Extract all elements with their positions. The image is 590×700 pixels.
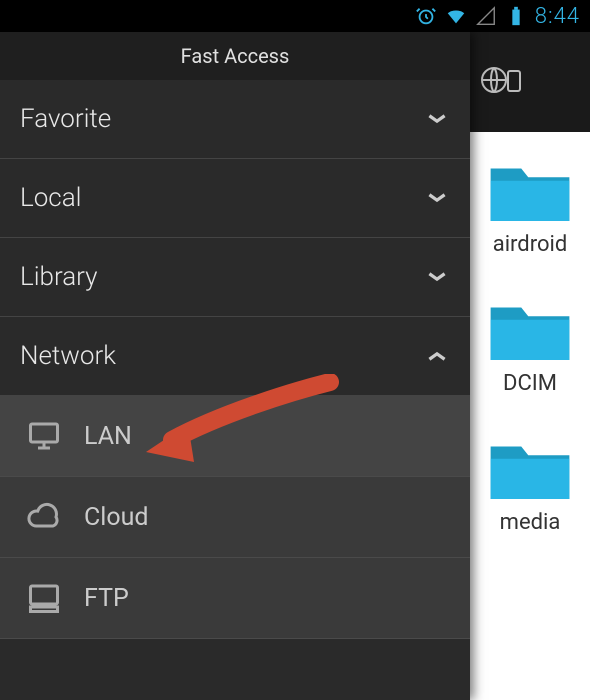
- subitem-cloud[interactable]: Cloud: [0, 477, 470, 558]
- folder-label: DCIM: [503, 371, 557, 396]
- folder-icon: [485, 158, 575, 228]
- subitem-label: LAN: [84, 422, 132, 451]
- section-label: Local: [20, 183, 81, 213]
- folder-label: airdroid: [493, 232, 568, 257]
- drawer-title: Fast Access: [0, 32, 470, 80]
- folder-item[interactable]: DCIM: [470, 297, 590, 396]
- alarm-icon: [415, 5, 437, 27]
- cell-signal-icon: [475, 5, 497, 27]
- chevron-down-icon: [424, 106, 450, 132]
- status-time: 8:44: [535, 4, 580, 29]
- subitem-label: Cloud: [84, 503, 149, 532]
- section-network[interactable]: Network: [0, 317, 470, 396]
- subitem-ftp[interactable]: FTP: [0, 558, 470, 639]
- chevron-down-icon: [424, 264, 450, 290]
- wifi-icon: [445, 5, 467, 27]
- subitem-lan[interactable]: LAN: [0, 396, 470, 477]
- section-label: Favorite: [20, 104, 111, 134]
- battery-icon: [505, 5, 527, 27]
- monitor-icon: [26, 418, 62, 454]
- network-subsection: LAN Cloud FTP: [0, 396, 470, 639]
- folder-icon: [485, 297, 575, 367]
- chevron-up-icon: [424, 343, 450, 369]
- fast-access-drawer: Fast Access Favorite Local Library Netwo…: [0, 32, 470, 700]
- android-status-bar: 8:44: [0, 0, 590, 32]
- app-toolbar: [470, 32, 590, 132]
- globe-device-icon[interactable]: [480, 61, 526, 103]
- folder-item[interactable]: airdroid: [470, 158, 590, 257]
- folder-label: media: [500, 510, 561, 535]
- section-label: Network: [20, 341, 116, 371]
- section-local[interactable]: Local: [0, 159, 470, 238]
- server-icon: [26, 580, 62, 616]
- folder-item[interactable]: media: [470, 436, 590, 535]
- cloud-icon: [26, 499, 62, 535]
- folder-icon: [485, 436, 575, 506]
- file-grid-panel: airdroid DCIM media: [470, 32, 590, 700]
- section-library[interactable]: Library: [0, 238, 470, 317]
- subitem-label: FTP: [84, 584, 129, 613]
- chevron-down-icon: [424, 185, 450, 211]
- section-label: Library: [20, 262, 98, 292]
- section-favorite[interactable]: Favorite: [0, 80, 470, 159]
